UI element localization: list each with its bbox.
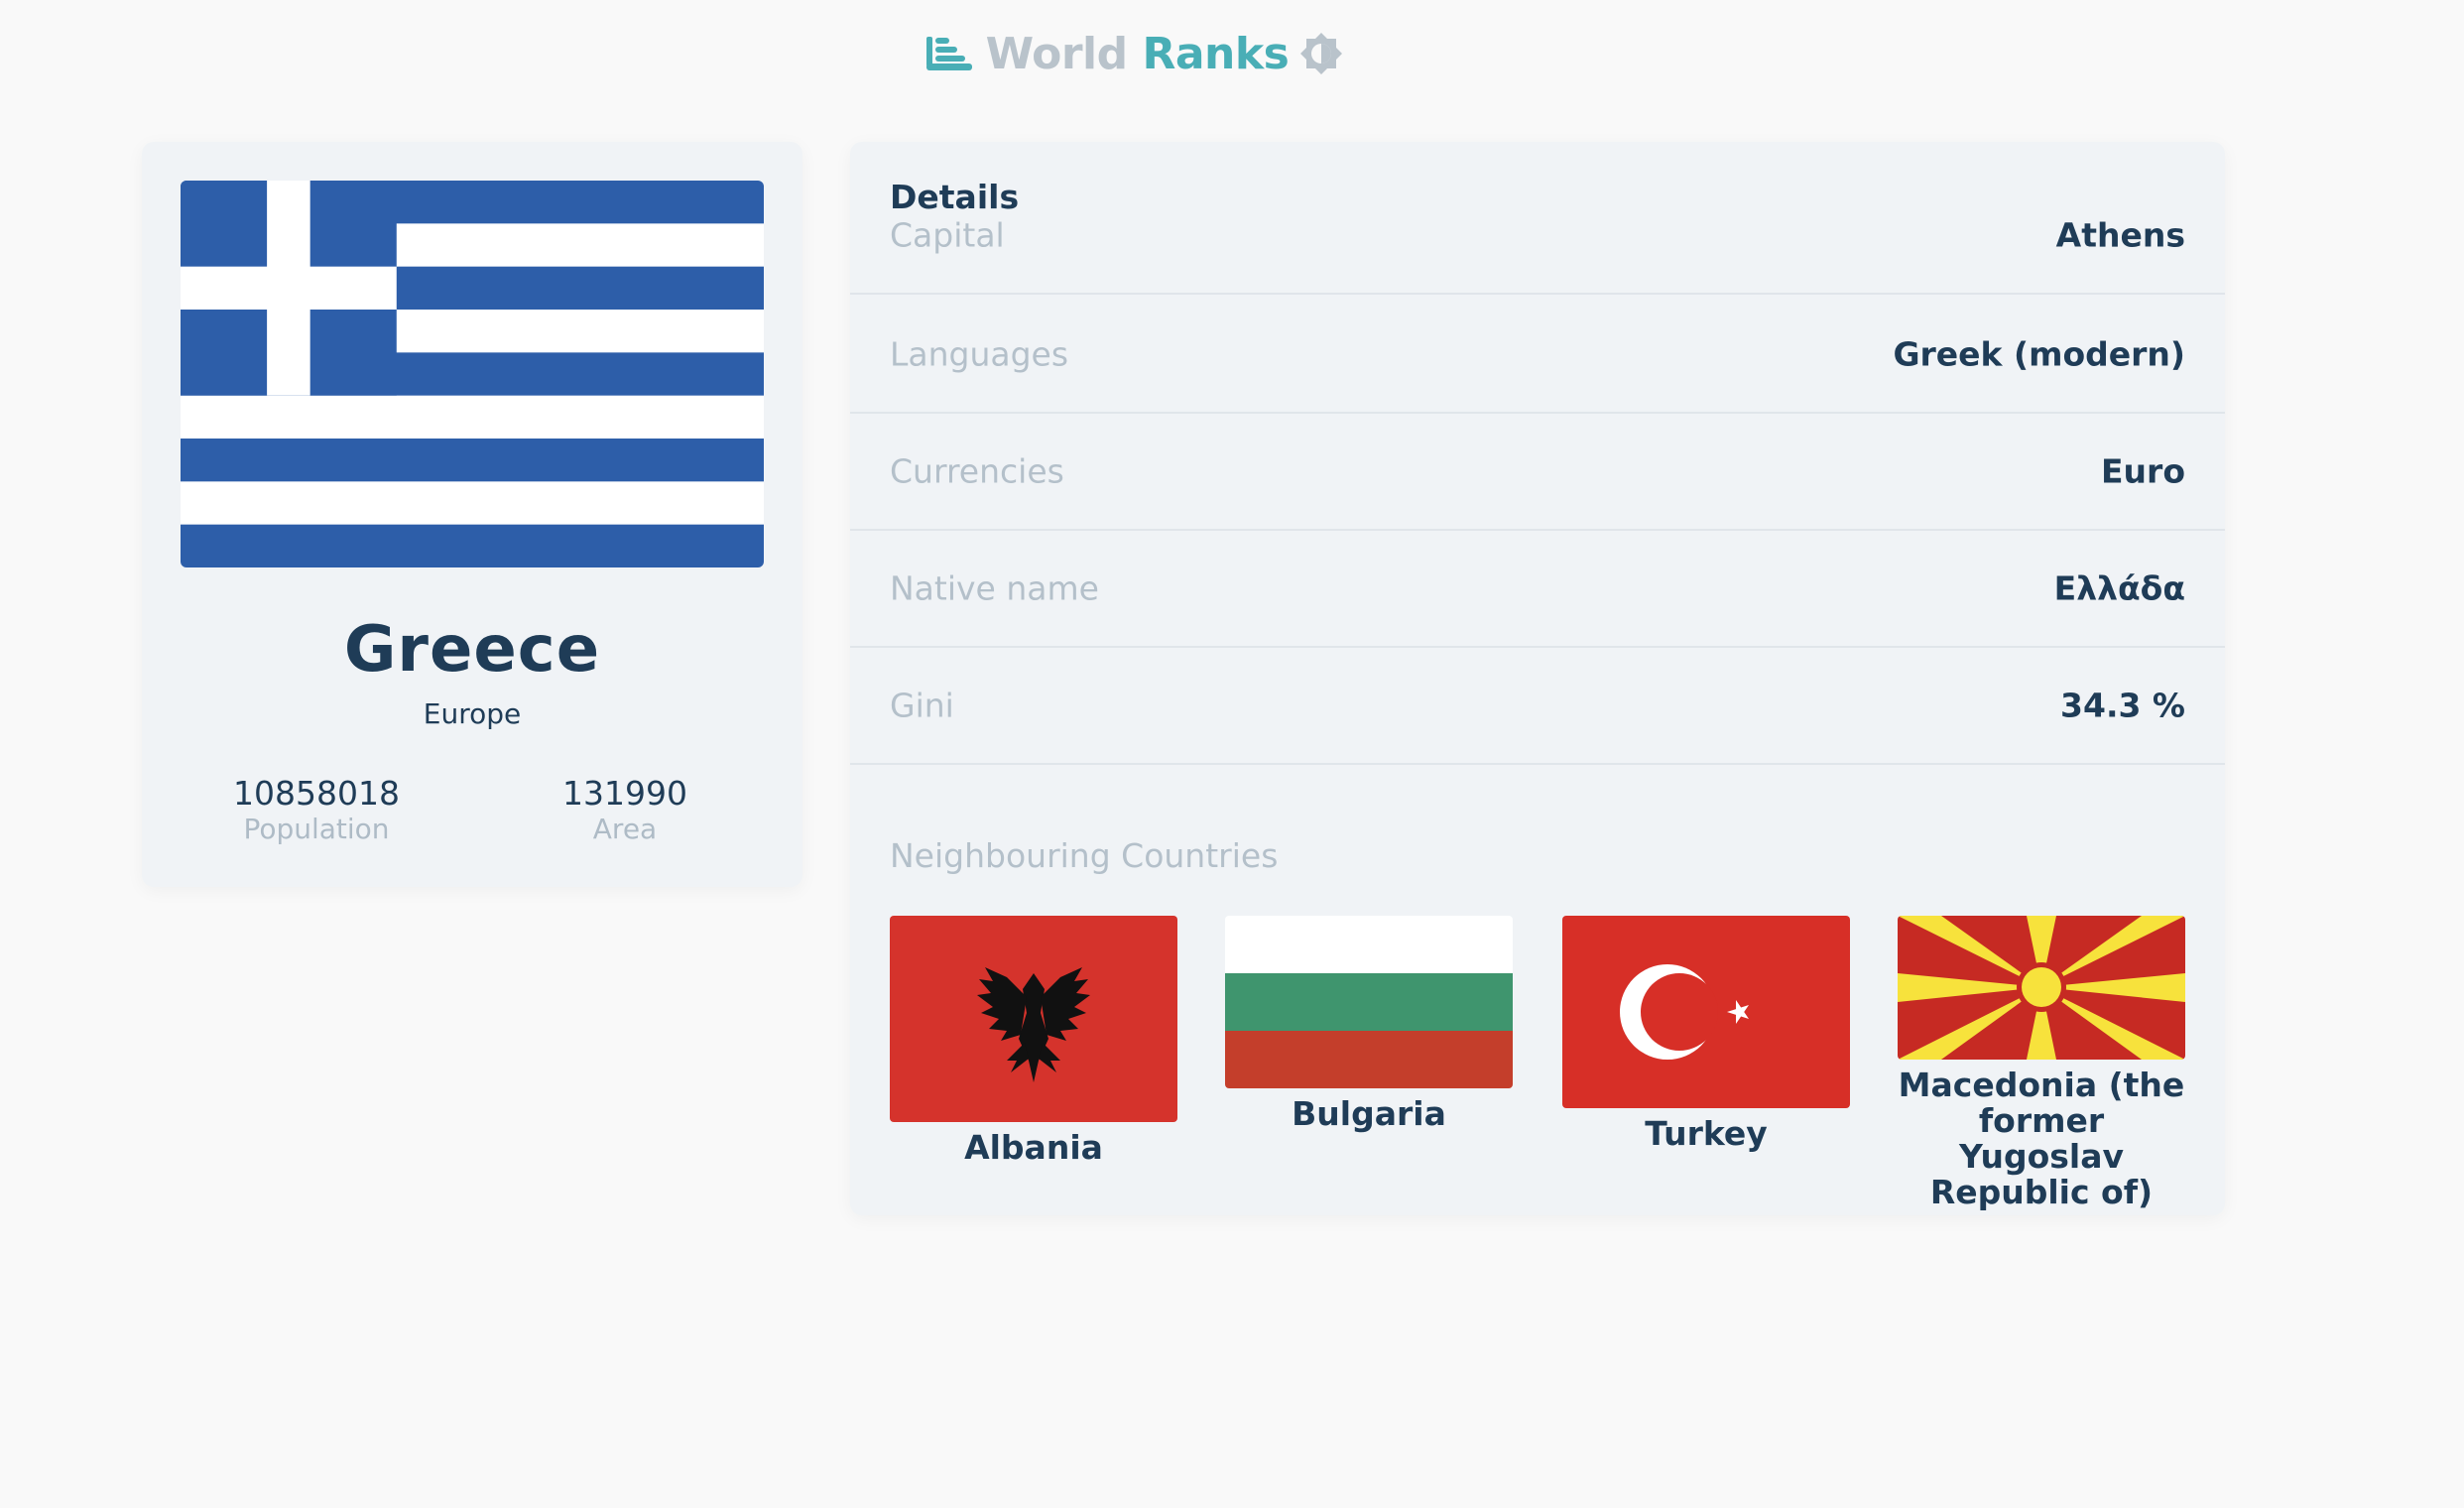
brightness-icon[interactable] — [1298, 31, 1344, 76]
detail-value: Ελλάδα — [2053, 568, 2185, 608]
population-label: Population — [243, 813, 390, 845]
detail-label: Languages — [890, 334, 1069, 374]
detail-value: 34.3 % — [2060, 686, 2185, 725]
detail-row-gini: Gini 34.3 % — [850, 648, 2225, 765]
neighbour-name: Turkey — [1645, 1114, 1768, 1153]
details-card: Details Capital Athens Languages Greek (… — [850, 142, 2225, 1215]
macedonia-flag — [1898, 916, 2185, 1060]
app-title-ranks: Ranks — [1142, 28, 1290, 79]
neighbour-name: Bulgaria — [1292, 1094, 1446, 1133]
albania-flag — [890, 916, 1177, 1122]
greece-flag — [181, 181, 764, 567]
neighbour-macedonia[interactable]: Macedonia (the former Yugoslav Republic … — [1898, 916, 2185, 1210]
app-title-world: World — [985, 28, 1128, 79]
detail-label: Currencies — [890, 451, 1064, 491]
detail-row-native-name: Native name Ελλάδα — [850, 531, 2225, 648]
neighbour-turkey[interactable]: Turkey — [1562, 916, 1850, 1152]
area-value: 131990 — [562, 774, 687, 813]
country-card: Greece Europe 10858018 Population 131990… — [142, 142, 802, 887]
country-name: Greece — [343, 613, 601, 687]
neighbour-albania[interactable]: Albania — [890, 916, 1177, 1166]
detail-value: Greek (modern) — [1893, 334, 2185, 374]
bulgaria-flag — [1225, 916, 1513, 1088]
neighbour-name: Albania — [964, 1128, 1103, 1167]
area-stat: 131990 Area — [496, 774, 754, 845]
detail-label: Native name — [890, 568, 1099, 608]
population-stat: 10858018 Population — [187, 774, 445, 845]
bars-chart-icon — [925, 37, 972, 70]
app-header: World Ranks — [0, 22, 2464, 85]
neighbour-bulgaria[interactable]: Bulgaria — [1225, 916, 1513, 1132]
turkey-flag — [1562, 916, 1850, 1108]
detail-label: Gini — [890, 686, 954, 725]
detail-row-capital: Capital Athens — [850, 178, 2225, 295]
neighbours-title: Neighbouring Countries — [890, 836, 1279, 875]
detail-row-currencies: Currencies Euro — [850, 414, 2225, 531]
logo[interactable]: World Ranks — [925, 29, 1345, 79]
detail-value: Athens — [2055, 215, 2185, 255]
detail-row-languages: Languages Greek (modern) — [850, 297, 2225, 414]
area-label: Area — [592, 813, 658, 845]
neighbour-name: Macedonia (the former Yugoslav Republic … — [1898, 1066, 2185, 1211]
detail-value: Euro — [2101, 451, 2185, 491]
app-title: World Ranks — [986, 29, 1290, 79]
population-value: 10858018 — [233, 774, 400, 813]
detail-label: Capital — [890, 215, 1005, 255]
country-region: Europe — [423, 697, 522, 730]
